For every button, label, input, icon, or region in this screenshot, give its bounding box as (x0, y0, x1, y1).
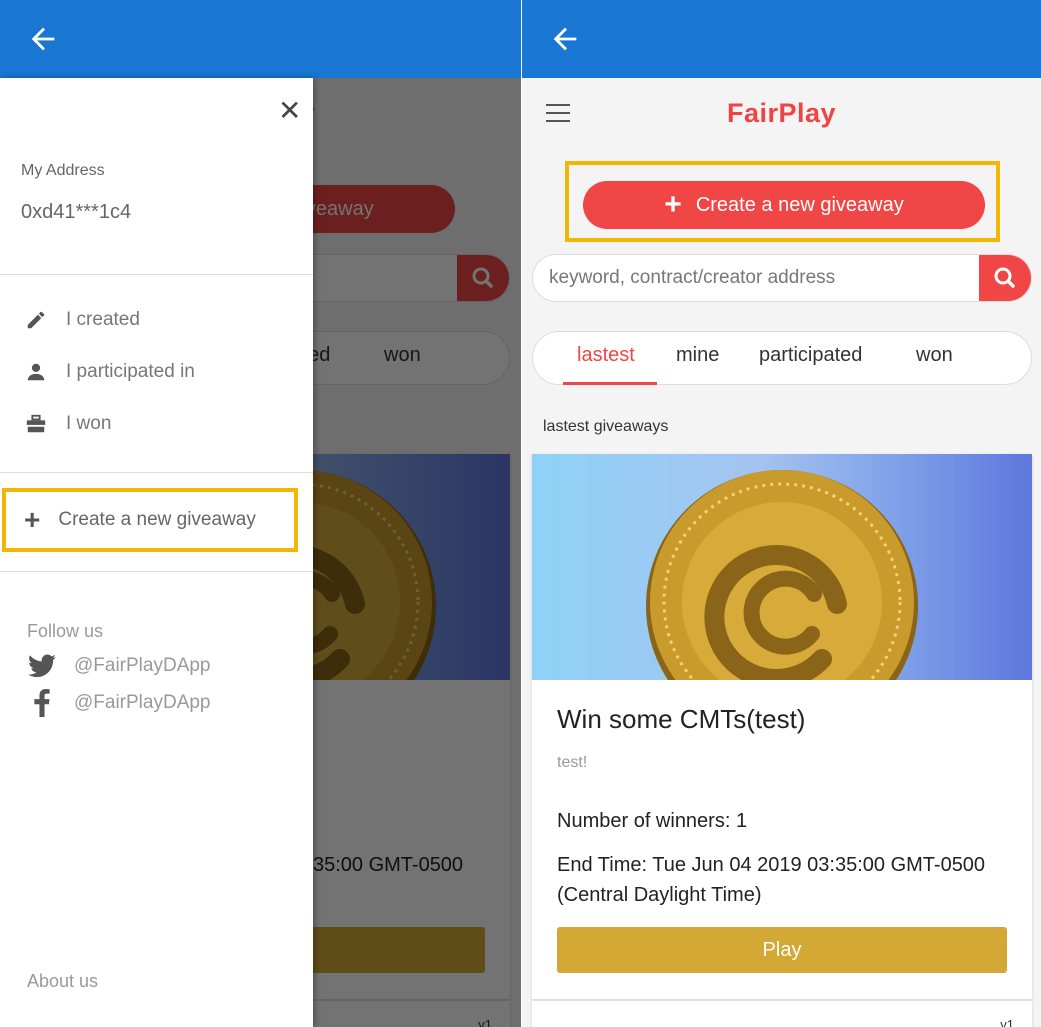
drawer-item-label: I created (66, 309, 140, 330)
giveaway-title: Win some CMTs(test) (557, 704, 806, 734)
drawer-create-label: Create a new giveaway (58, 509, 256, 530)
facebook-handle: @FairPlayDApp (74, 692, 211, 713)
drawer-item-created[interactable]: I created (24, 304, 140, 336)
left-screen: FairPlay +Create a new giveaway lastest … (0, 0, 521, 1027)
divider (0, 571, 313, 572)
drawer-create-giveaway[interactable]: + Create a new giveaway (2, 488, 298, 552)
twitter-link[interactable]: @FairPlayDApp (27, 651, 211, 681)
address-value: 0xd41***1c4 (21, 201, 132, 223)
filter-tabs: lastest mine participated won (532, 331, 1032, 385)
divider (0, 274, 313, 275)
app-bar (0, 0, 521, 78)
person-icon (24, 360, 48, 384)
card-version-mark: v1 (1000, 1017, 1014, 1027)
drawer-item-won[interactable]: I won (24, 408, 111, 440)
tab-participated[interactable]: participated (759, 344, 862, 367)
tab-won[interactable]: won (916, 344, 953, 367)
plus-icon: + (664, 188, 682, 221)
cmt-coin-icon (646, 470, 918, 680)
drawer-item-label: I participated in (66, 361, 195, 382)
main-content: FairPlay + Create a new giveaway lastest… (522, 78, 1041, 1027)
tab-lastest[interactable]: lastest (577, 344, 635, 367)
follow-us-label: Follow us (27, 621, 104, 641)
next-giveaway-card[interactable]: v1 (532, 1001, 1032, 1027)
create-giveaway-button[interactable]: + Create a new giveaway (583, 181, 985, 229)
briefcase-icon (24, 412, 48, 436)
facebook-icon (27, 689, 57, 717)
facebook-link[interactable]: @FairPlayDApp (27, 688, 211, 718)
close-icon[interactable]: ✕ (278, 94, 301, 127)
active-tab-indicator (563, 382, 657, 385)
search-bar (532, 254, 1032, 302)
drawer-item-label: I won (66, 413, 112, 434)
giveaway-image (532, 454, 1032, 680)
search-button[interactable] (979, 255, 1031, 301)
back-arrow-icon[interactable] (548, 22, 582, 56)
tab-mine[interactable]: mine (676, 344, 719, 367)
back-arrow-icon[interactable] (26, 22, 60, 56)
giveaway-card[interactable]: Win some CMTs(test) test! Number of winn… (532, 454, 1032, 999)
fairplay-logo: FairPlay (726, 98, 837, 128)
winners-count: Number of winners: 1 (557, 810, 748, 832)
address-label: My Address (21, 162, 105, 179)
twitter-icon (27, 654, 57, 678)
twitter-handle: @FairPlayDApp (74, 655, 211, 676)
right-screen: FairPlay + Create a new giveaway lastest… (522, 0, 1041, 1027)
end-time: End Time: Tue Jun 04 2019 03:35:00 GMT-0… (557, 854, 986, 906)
drawer-item-participated[interactable]: I participated in (24, 356, 195, 388)
search-input[interactable] (533, 255, 981, 301)
about-us-link[interactable]: About us (27, 971, 98, 992)
search-icon (994, 267, 1015, 288)
divider (0, 472, 313, 473)
app-bar (522, 0, 1041, 78)
create-giveaway-label: Create a new giveaway (695, 193, 904, 216)
pencil-icon (24, 308, 48, 332)
play-button[interactable]: Play (557, 927, 1007, 973)
plus-icon: + (24, 504, 41, 535)
giveaway-description: test! (557, 754, 588, 771)
side-drawer: ✕ My Address 0xd41***1c4 I created I par… (0, 78, 313, 1027)
section-title: lastest giveaways (543, 418, 669, 435)
create-giveaway-highlight: + Create a new giveaway (565, 161, 1000, 242)
